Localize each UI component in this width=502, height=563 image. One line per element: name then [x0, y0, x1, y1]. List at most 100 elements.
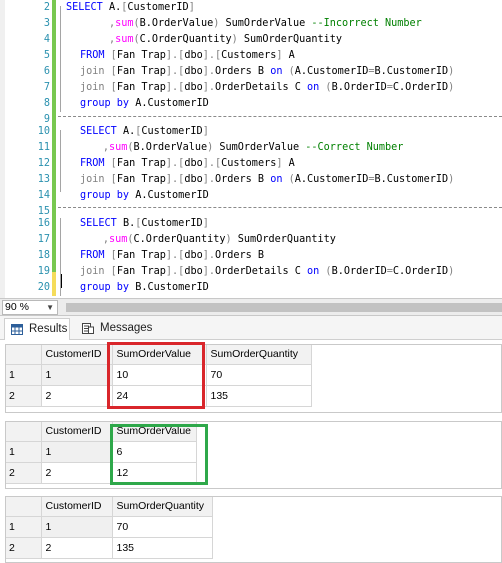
column-header[interactable]: CustomerID — [41, 422, 113, 442]
row-number[interactable]: 2 — [6, 385, 42, 407]
table-cell[interactable]: 1 — [41, 441, 113, 463]
code-token: join — [80, 174, 111, 185]
code-token: A. — [122, 126, 136, 137]
code-token: SumOrderValue — [219, 18, 312, 29]
line-number: 17 — [37, 234, 50, 245]
column-header[interactable]: SumOrderQuantity — [206, 345, 312, 365]
code-token: CustomerID — [127, 2, 189, 13]
code-token: Fan Trap — [116, 266, 166, 277]
code-token: on — [307, 82, 326, 93]
code-line[interactable]: 8 group by A.CustomerID — [0, 96, 502, 112]
code-line[interactable]: 16 SELECT B.[CustomerID] — [0, 216, 502, 232]
code-line[interactable]: 17 ,sum(C.OrderQuantity) SumOrderQuantit… — [0, 232, 502, 248]
line-number: 18 — [37, 250, 50, 261]
table-cell[interactable]: 2 — [41, 385, 113, 407]
code-line[interactable]: 4 ,sum(C.OrderQuantity) SumOrderQuantity — [0, 32, 502, 48]
code-line[interactable]: 3 ,sum(B.OrderValue) SumOrderValue --Inc… — [0, 16, 502, 32]
row-number[interactable]: 1 — [6, 364, 42, 386]
code-token: A — [282, 50, 295, 61]
code-token: sum — [108, 142, 128, 153]
table-cell[interactable]: 135 — [112, 537, 213, 559]
horizontal-scrollbar[interactable] — [66, 303, 502, 312]
table-cell[interactable]: 2 — [41, 537, 113, 559]
code-line[interactable]: 12 FROM [Fan Trap].[dbo].[Customers] A — [0, 156, 502, 172]
result-grid-2[interactable]: CustomerID SumOrderValue 1 1 6 2 2 12 — [5, 421, 502, 489]
code-token: dbo — [184, 50, 203, 61]
code-line[interactable]: 13 join [Fan Trap].[dbo].Orders B on (A.C… — [0, 172, 502, 188]
code-token: C.OrderID — [392, 266, 449, 277]
code-text: ,sum(B.OrderValue) SumOrderValue --Incor… — [66, 16, 422, 32]
code-text: SELECT B.[CustomerID] — [80, 216, 209, 232]
batch-separator-2 — [58, 207, 502, 208]
code-line[interactable]: 11 ,sum(B.OrderValue) SumOrderValue --Co… — [0, 140, 502, 156]
code-token: sum — [108, 234, 128, 245]
grid-icon — [11, 324, 23, 335]
code-token: ] — [188, 2, 195, 13]
code-token: FROM — [80, 250, 111, 261]
code-line[interactable]: 6 join [Fan Trap].[dbo].Orders B on (A.Cu… — [0, 64, 502, 80]
corner-cell[interactable] — [6, 422, 42, 442]
code-token: --Correct Number — [305, 142, 404, 153]
row-number[interactable]: 2 — [6, 537, 42, 559]
line-number: 7 — [43, 82, 50, 93]
code-text: SELECT A.[CustomerID] — [80, 124, 209, 140]
table-cell[interactable]: 70 — [112, 516, 213, 538]
code-token: ] — [202, 126, 209, 137]
code-text: FROM [Fan Trap].[dbo].[Customers] A — [80, 156, 295, 172]
tab-messages[interactable]: Messages — [76, 318, 154, 340]
code-token: on — [270, 66, 289, 77]
tab-results[interactable]: Results — [4, 318, 70, 340]
code-token: B.OrderValue — [139, 18, 214, 29]
line-number: 16 — [37, 218, 50, 229]
table-cell[interactable]: 70 — [206, 364, 312, 386]
line-number: 12 — [37, 158, 50, 169]
table-cell[interactable]: 2 — [41, 462, 113, 484]
result-table-3: CustomerID SumOrderQuantity 1 1 70 2 2 1… — [6, 497, 213, 559]
text-cursor — [61, 274, 62, 288]
code-token: join — [80, 82, 111, 93]
code-token: ) — [448, 174, 455, 185]
code-line[interactable]: 2 SELECT A.[CustomerID] — [0, 0, 502, 16]
result-grid-1[interactable]: CustomerID SumOrderValue SumOrderQuantit… — [5, 344, 502, 413]
column-header[interactable]: CustomerID — [41, 497, 113, 517]
table-row[interactable]: 1 1 70 — [6, 516, 213, 538]
row-number[interactable]: 1 — [6, 516, 42, 538]
code-line[interactable]: 7 join [Fan Trap].[dbo].OrderDetails C on… — [0, 80, 502, 96]
code-line[interactable]: 20 group by B.CustomerID — [0, 280, 502, 296]
highlight-box-green — [110, 424, 208, 485]
row-number[interactable]: 2 — [6, 462, 42, 484]
results-pane: CustomerID SumOrderValue SumOrderQuantit… — [0, 340, 502, 563]
table-cell[interactable]: 1 — [41, 516, 113, 538]
zoom-dropdown[interactable]: 90 % ▼ — [2, 300, 58, 315]
code-line[interactable]: 18 FROM [Fan Trap].[dbo].Orders B — [0, 248, 502, 264]
code-token: SumOrderQuantity — [231, 234, 336, 245]
code-token: B.OrderID — [331, 266, 387, 277]
line-number: 5 — [43, 50, 50, 61]
corner-cell[interactable] — [6, 497, 42, 517]
result-grid-3[interactable]: CustomerID SumOrderQuantity 1 1 70 2 2 1… — [5, 496, 502, 563]
line-number: 6 — [43, 66, 50, 77]
line-number: 20 — [37, 282, 50, 293]
code-token: A.CustomerID — [294, 66, 369, 77]
code-token: dbo — [184, 82, 203, 93]
table-cell[interactable]: 135 — [206, 385, 312, 407]
sql-editor[interactable]: 2 SELECT A.[CustomerID] 3 ,sum(B.OrderValu… — [0, 0, 502, 298]
row-number[interactable]: 1 — [6, 441, 42, 463]
code-text: group by B.CustomerID — [80, 280, 209, 296]
table-cell[interactable]: 1 — [41, 364, 113, 386]
column-header[interactable]: SumOrderQuantity — [112, 497, 213, 517]
code-text: join [Fan Trap].[dbo].OrderDetails C on … — [80, 264, 454, 280]
corner-cell[interactable] — [6, 345, 42, 365]
code-line[interactable]: 5 FROM [Fan Trap].[dbo].[Customers] A — [0, 48, 502, 64]
code-token: Orders B — [215, 66, 271, 77]
code-token: B. — [122, 218, 136, 229]
code-line[interactable]: 10 SELECT A.[CustomerID] — [0, 124, 502, 140]
table-row[interactable]: 2 2 135 — [6, 537, 213, 559]
code-line[interactable]: 14 group by A.CustomerID — [0, 188, 502, 204]
column-header[interactable]: CustomerID — [41, 345, 113, 365]
code-line[interactable]: 19 join [Fan Trap].[dbo].OrderDetails C o… — [0, 264, 502, 280]
highlight-box-red — [107, 342, 205, 409]
code-token: Customers — [221, 158, 277, 169]
code-token: sum — [115, 34, 134, 45]
